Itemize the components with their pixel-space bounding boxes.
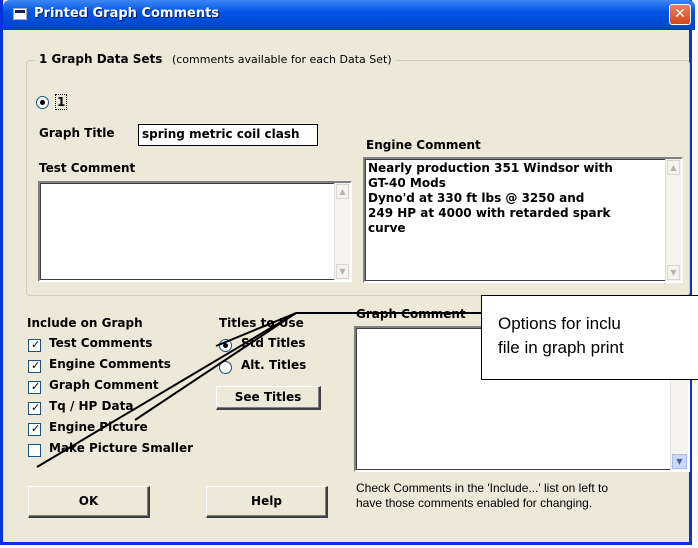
help-button[interactable]: Help [206, 486, 328, 518]
scroll-up-arrow-icon[interactable]: ▲ [336, 184, 349, 199]
graph-title-input[interactable]: spring metric coil clash [138, 124, 318, 146]
graph-comment-hint-line1: Check Comments in the 'Include...' list … [356, 481, 609, 495]
data-sets-note: (comments available for each Data Set) [171, 53, 392, 66]
engine-comment-line: Dyno'd at 330 ft lbs @ 3250 and [368, 191, 585, 205]
engine-comment-line: 249 HP at 4000 with retarded spark [368, 206, 611, 220]
scroll-down-arrow-icon[interactable]: ▼ [667, 265, 680, 280]
engine-comment-line: GT-40 Mods [368, 176, 446, 190]
check-mark-icon: ✓ [31, 359, 41, 372]
test-comment-label: Test Comment [39, 161, 136, 175]
graph-title-value: spring metric coil clash [142, 127, 300, 141]
check-mark-icon: ✓ [31, 380, 41, 393]
engine-comment-text: Nearly production 351 Windsor with GT-40… [368, 161, 613, 236]
see-titles-button[interactable]: See Titles [216, 386, 321, 410]
alt-titles-label: Alt. Titles [241, 358, 307, 372]
graph-comment-check-label: Graph Comment [49, 378, 159, 392]
callout-box: Options for inclu file in graph print [481, 295, 698, 380]
ok-button[interactable]: OK [28, 486, 150, 518]
engine-picture-checkbox[interactable]: ✓ [28, 423, 41, 436]
tq-hp-data-checkbox[interactable]: ✓ [28, 402, 41, 415]
radio-dot [223, 343, 228, 348]
radio-dot [40, 100, 45, 105]
callout-line2: file in graph print [498, 338, 624, 357]
std-titles-label: Std Titles [241, 336, 306, 350]
graph-comment-checkbox[interactable]: ✓ [28, 381, 41, 394]
window-icon [13, 8, 27, 20]
check-mark-icon: ✓ [31, 422, 41, 435]
make-picture-smaller-label: Make Picture Smaller [49, 441, 194, 455]
engine-comment-line: Nearly production 351 Windsor with [368, 161, 613, 175]
dialog-window: Printed Graph Comments ✕ 1 Graph Data Se… [0, 0, 695, 545]
check-mark-icon: ✓ [31, 338, 41, 351]
engine-comment-scrollbar[interactable]: ▲ ▼ [665, 159, 681, 281]
scroll-down-arrow-icon[interactable]: ▼ [336, 264, 349, 279]
engine-comment-line: curve [368, 221, 406, 235]
engine-comment-label: Engine Comment [366, 138, 481, 152]
callout-line1: Options for inclu [498, 314, 621, 333]
std-titles-radio[interactable] [219, 339, 232, 352]
scroll-up-arrow-icon[interactable]: ▲ [667, 160, 680, 175]
graph-comment-label: Graph Comment [356, 307, 466, 321]
window-title: Printed Graph Comments [34, 6, 220, 21]
test-comments-checkbox[interactable]: ✓ [28, 339, 41, 352]
graph-title-label: Graph Title [39, 126, 115, 140]
alt-titles-radio[interactable] [219, 361, 232, 374]
callout-text: Options for inclu file in graph print [498, 312, 624, 360]
test-comment-scrollbar[interactable]: ▲ ▼ [334, 183, 350, 280]
data-set-radio-1[interactable] [36, 96, 49, 109]
engine-picture-label: Engine Picture [49, 420, 148, 434]
data-sets-heading: 1 Graph Data Sets [39, 52, 163, 66]
data-set-radio-label: 1 [55, 94, 68, 110]
engine-comments-label: Engine Comments [49, 357, 171, 371]
test-comment-textarea[interactable]: ▲ ▼ [38, 181, 352, 282]
graph-comment-hint-line2: have those comments enabled for changing… [356, 496, 593, 510]
engine-comments-checkbox[interactable]: ✓ [28, 360, 41, 373]
title-bar[interactable]: Printed Graph Comments ✕ [3, 0, 695, 30]
make-picture-smaller-checkbox[interactable] [28, 444, 41, 457]
engine-comment-textarea[interactable]: Nearly production 351 Windsor with GT-40… [363, 157, 683, 283]
titles-to-use-heading: Titles to Use [219, 316, 304, 330]
check-mark-icon: ✓ [31, 401, 41, 414]
data-sets-legend: 1 Graph Data Sets (comments available fo… [35, 52, 396, 66]
include-on-graph-heading: Include on Graph [27, 316, 143, 330]
tq-hp-data-label: Tq / HP Data [49, 399, 134, 413]
scroll-down-arrow-icon[interactable]: ▼ [672, 454, 687, 469]
close-button[interactable]: ✕ [669, 4, 691, 25]
test-comments-label: Test Comments [49, 336, 153, 350]
